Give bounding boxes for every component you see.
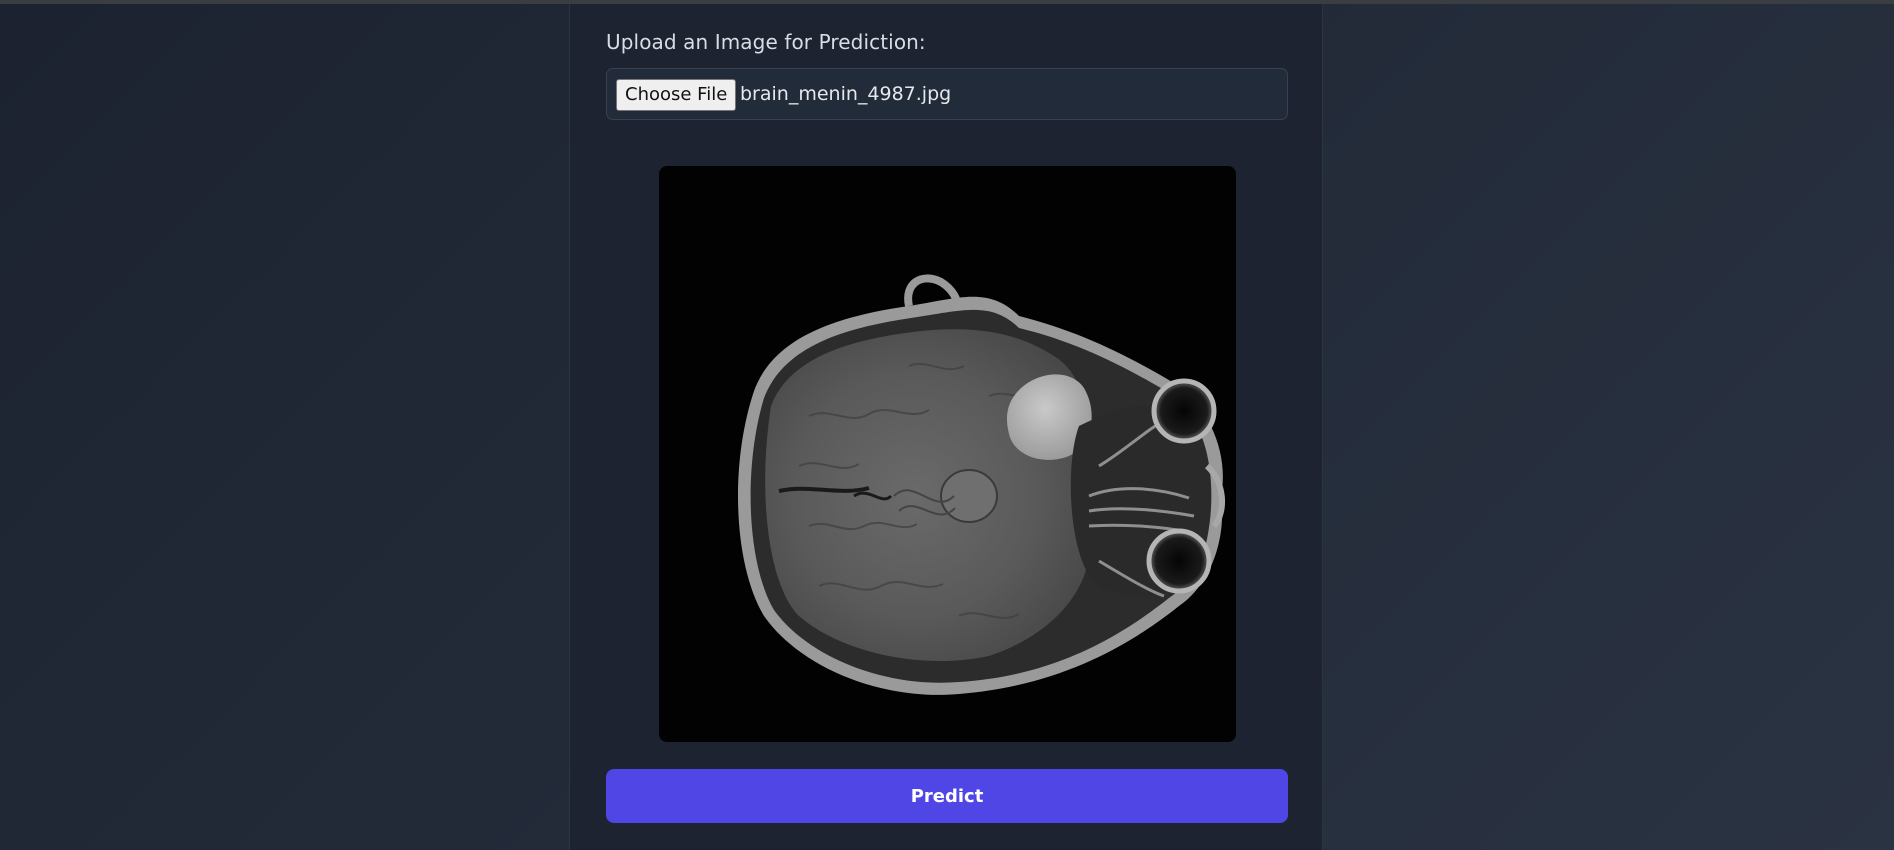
brain-mri-image bbox=[737, 274, 1226, 695]
selected-file-name: brain_menin_4987.jpg bbox=[740, 83, 952, 105]
predict-button[interactable]: Predict bbox=[606, 769, 1288, 823]
upload-panel: Upload an Image for Prediction: Choose F… bbox=[569, 4, 1323, 850]
image-preview bbox=[659, 166, 1236, 742]
upload-label: Upload an Image for Prediction: bbox=[606, 30, 926, 54]
choose-file-button[interactable]: Choose File bbox=[616, 79, 737, 111]
file-input[interactable]: Choose File brain_menin_4987.jpg bbox=[606, 68, 1288, 120]
